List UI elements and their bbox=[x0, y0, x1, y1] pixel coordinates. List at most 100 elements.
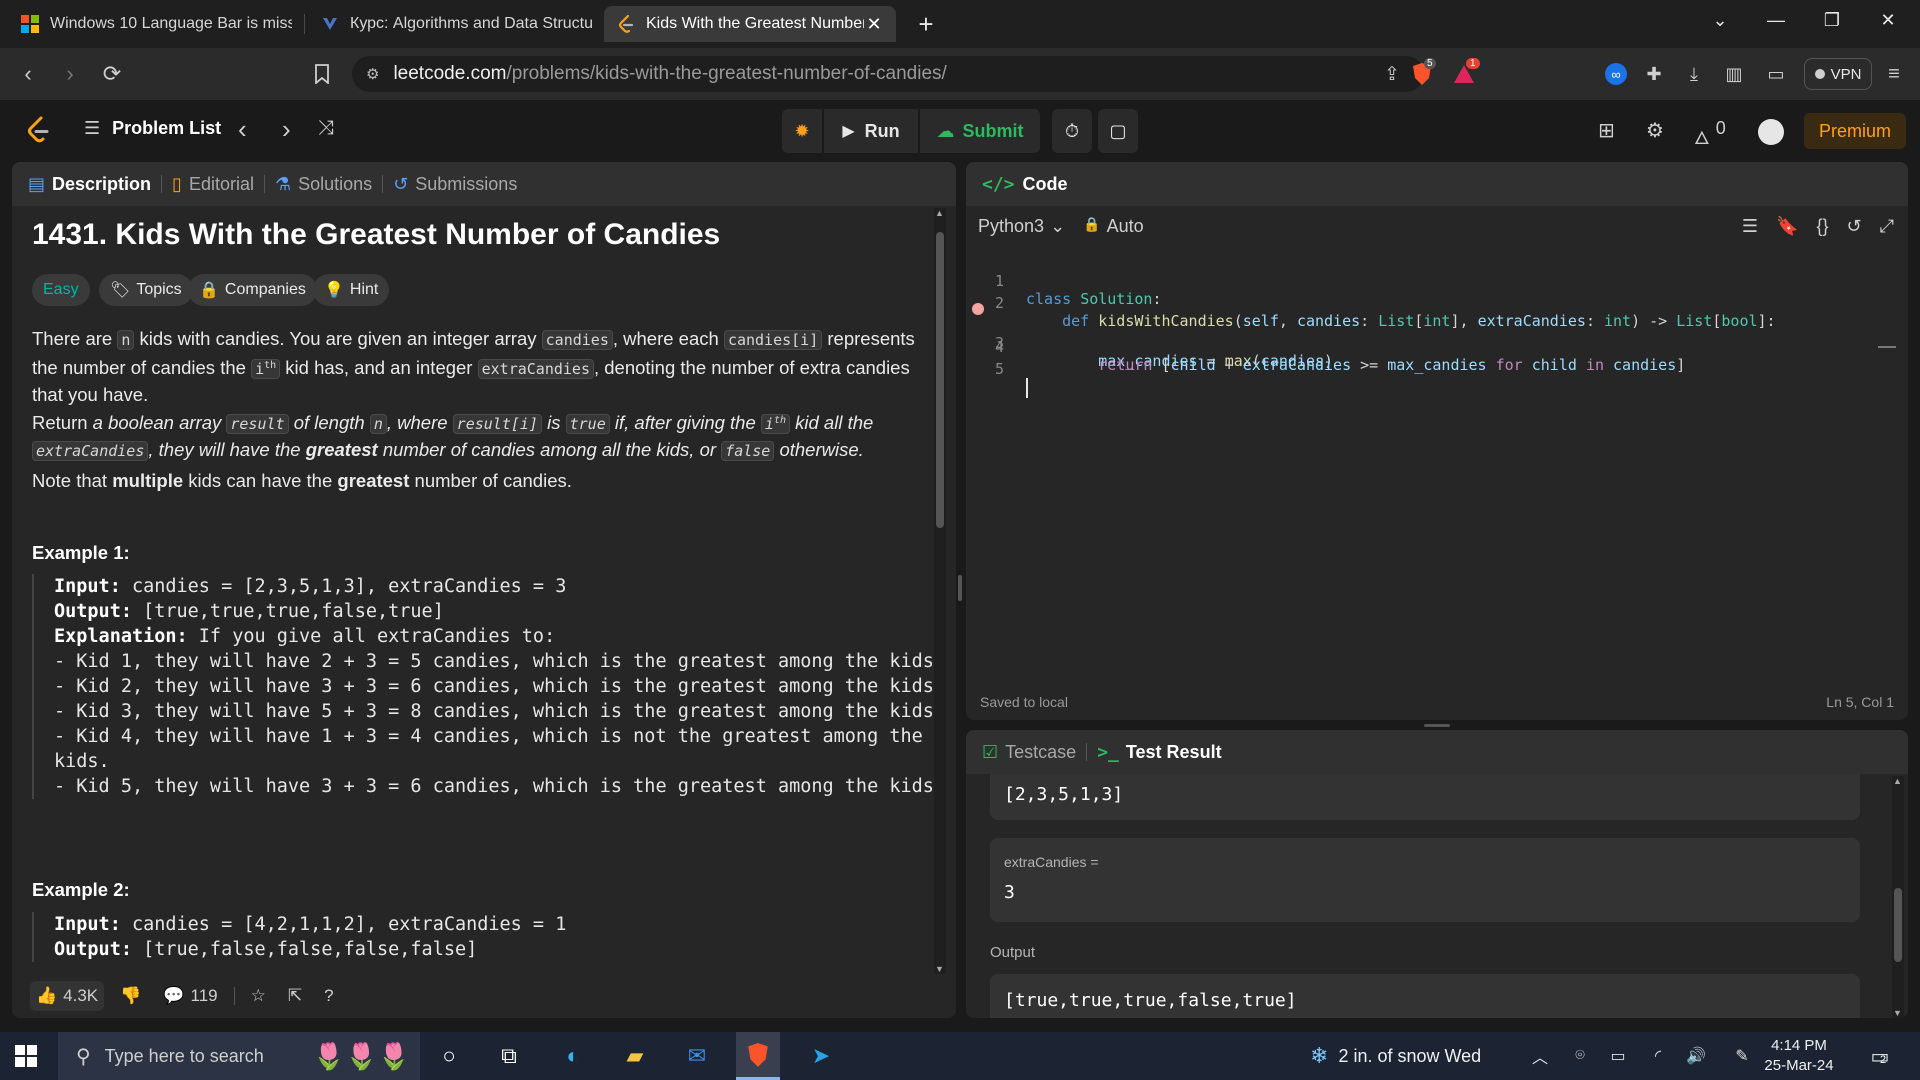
volume-icon[interactable]: 🔊 bbox=[1684, 1044, 1708, 1068]
bookmark-icon[interactable] bbox=[308, 60, 336, 88]
reset-icon[interactable]: ↺ bbox=[1847, 216, 1862, 237]
code-editor[interactable]: 1 class Solution: 2 def kidsWithCandies(… bbox=[966, 254, 1896, 674]
brave-shields-icon[interactable]: 5 bbox=[1410, 58, 1436, 86]
wifi-icon[interactable]: ◜ bbox=[1646, 1044, 1670, 1068]
dislike-button[interactable]: 👎 bbox=[114, 981, 147, 1011]
flask-icon: ⚗ bbox=[274, 173, 292, 194]
topics-button[interactable]: 🏷 Topics bbox=[99, 274, 193, 306]
brave-rewards-icon[interactable]: 1 bbox=[1452, 58, 1480, 86]
tab-description[interactable]: ▤ Description bbox=[28, 174, 151, 195]
notes-icon[interactable]: ▢ bbox=[1098, 109, 1138, 153]
tab-divider bbox=[382, 175, 384, 193]
browser-tab-leetcode[interactable]: Kids With the Greatest Number ✕ bbox=[604, 6, 896, 42]
address-bar[interactable]: ⚙ leetcode.com/problems/kids-with-the-gr… bbox=[352, 56, 1424, 92]
prev-problem-icon[interactable]: ‹ bbox=[238, 114, 247, 145]
browser-tab-course[interactable]: Курс: Algorithms and Data Structures bbox=[308, 6, 604, 42]
wallet-icon[interactable]: ▭ bbox=[1764, 62, 1788, 86]
cortana-icon[interactable]: ○ bbox=[432, 1040, 466, 1072]
vpn-button[interactable]: VPN bbox=[1804, 58, 1872, 90]
telegram-icon[interactable]: ➤ bbox=[804, 1040, 838, 1072]
close-window-icon[interactable]: ✕ bbox=[1860, 0, 1916, 40]
battery-icon[interactable]: ▭ bbox=[1606, 1044, 1630, 1068]
reload-icon[interactable]: ⟳ bbox=[98, 60, 126, 88]
shuffle-icon[interactable]: ⤨ bbox=[318, 117, 334, 140]
forward-icon[interactable]: › bbox=[56, 60, 84, 88]
mail-icon[interactable]: ✉ bbox=[680, 1040, 714, 1072]
site-settings-icon[interactable]: ⚙ bbox=[366, 65, 379, 83]
hint-button[interactable]: 💡 Hint bbox=[313, 274, 390, 306]
fullscreen-icon[interactable]: ⤢ bbox=[1880, 216, 1894, 237]
weather-widget[interactable]: ❄ 2 in. of snow Wed bbox=[1310, 1032, 1481, 1080]
edge-icon[interactable]: ◐ bbox=[556, 1040, 590, 1072]
system-clock[interactable]: 4:14 PM 25-Mar-24 bbox=[1754, 1036, 1844, 1076]
problem-list-button[interactable]: ☰ Problem List bbox=[84, 118, 221, 139]
back-icon[interactable]: ‹ bbox=[14, 60, 42, 88]
brave-taskbar-icon[interactable] bbox=[736, 1032, 780, 1080]
tray-chevron-up-icon[interactable]: ︿ bbox=[1528, 1044, 1552, 1068]
play-icon: ▶ bbox=[842, 123, 855, 140]
premium-button[interactable]: Premium bbox=[1804, 113, 1906, 149]
run-button[interactable]: ▶ Run bbox=[824, 109, 918, 153]
new-tab-button[interactable]: + bbox=[912, 9, 940, 39]
example-1-block: Input: candies = [2,3,5,1,3], extraCandi… bbox=[32, 574, 934, 799]
browser-tab-language-bar[interactable]: Windows 10 Language Bar is missing bbox=[8, 6, 304, 42]
test-tabs: ☑ Testcase >_ Test Result bbox=[966, 730, 1908, 774]
notifications-icon[interactable]: ▭ 2 bbox=[1868, 1044, 1892, 1068]
submit-label: Submit bbox=[962, 120, 1024, 141]
next-problem-icon[interactable]: › bbox=[282, 114, 291, 145]
file-explorer-icon[interactable]: ▰ bbox=[618, 1040, 652, 1072]
like-button[interactable]: 👍 4.3K bbox=[30, 981, 105, 1011]
bookmark-icon[interactable]: 🔖 bbox=[1776, 216, 1798, 237]
tab-testcase[interactable]: ☑ Testcase bbox=[982, 742, 1076, 763]
auto-mode[interactable]: 🔒 Auto bbox=[1083, 216, 1143, 237]
star-icon[interactable]: ☆ bbox=[245, 981, 272, 1011]
browser-menu-icon[interactable]: ≡ bbox=[1882, 62, 1906, 86]
braces-icon[interactable]: {} bbox=[1816, 216, 1828, 237]
candies-value-box: [2,3,5,1,3] bbox=[990, 774, 1860, 820]
share-icon[interactable]: ⇪ bbox=[1384, 63, 1400, 86]
comments-button[interactable]: 💬 119 bbox=[157, 981, 223, 1011]
code-panel-title: Code bbox=[1022, 173, 1068, 194]
companies-button[interactable]: 🔒 Companies bbox=[188, 274, 317, 306]
result-scrollbar[interactable]: ▲ ▼ bbox=[1892, 776, 1904, 1018]
help-icon[interactable]: ? bbox=[318, 981, 339, 1011]
tab-submissions[interactable]: ↺ Submissions bbox=[393, 174, 517, 195]
tab-editorial[interactable]: ▯ Editorial bbox=[172, 174, 254, 195]
minimize-icon[interactable]: — bbox=[1748, 0, 1804, 40]
format-icon[interactable]: ☰ bbox=[1742, 216, 1758, 237]
avatar[interactable] bbox=[1758, 119, 1784, 145]
restore-icon[interactable]: ❐ bbox=[1804, 0, 1860, 40]
windows-logo-icon bbox=[21, 15, 39, 33]
tab-test-result[interactable]: >_ Test Result bbox=[1097, 742, 1221, 763]
thumbs-down-icon: 👎 bbox=[120, 986, 142, 1005]
description-scrollbar[interactable]: ▲ ▼ bbox=[934, 208, 946, 974]
start-button[interactable] bbox=[14, 1044, 38, 1073]
tab-list-chevron-icon[interactable]: ⌄ bbox=[1692, 0, 1748, 40]
panel-resize-handle[interactable] bbox=[1424, 724, 1450, 727]
submit-button[interactable]: ☁ Submit bbox=[920, 109, 1040, 153]
layout-grid-icon[interactable]: ⊞ bbox=[1598, 118, 1615, 143]
share-icon[interactable]: ⇱ bbox=[282, 981, 308, 1011]
downloads-icon[interactable]: ⤓ bbox=[1682, 62, 1706, 86]
pen-icon[interactable]: ✎ bbox=[1730, 1044, 1754, 1068]
breakpoint-dot[interactable] bbox=[972, 303, 984, 315]
leetcode-logo-icon[interactable] bbox=[26, 116, 50, 149]
sidebar-toggle-icon[interactable]: ▥ bbox=[1722, 62, 1746, 86]
tab-solutions[interactable]: ⚗ Solutions bbox=[275, 174, 372, 195]
meet-now-icon[interactable]: ⌾ bbox=[1568, 1044, 1592, 1068]
document-icon: ▤ bbox=[28, 173, 46, 194]
cursor-position: Ln 5, Col 1 bbox=[1826, 694, 1894, 710]
task-view-icon[interactable]: ⧉ bbox=[492, 1040, 526, 1072]
windows-taskbar: ⚲ Type here to search 🌷🌷🌷 ○ ⧉ ◐ ▰ ✉ ➤ ❄ … bbox=[0, 1032, 1920, 1080]
extension-infinity-icon[interactable]: ∞ bbox=[1604, 62, 1628, 86]
flame-icon: 🜂 bbox=[1694, 128, 1710, 148]
language-select[interactable]: Python3 ⌄ bbox=[978, 216, 1065, 237]
extensions-puzzle-icon[interactable]: ✚ bbox=[1642, 62, 1666, 86]
taskbar-search[interactable]: ⚲ Type here to search 🌷🌷🌷 bbox=[58, 1032, 420, 1080]
streak-counter[interactable]: 🜂 0 bbox=[1694, 118, 1726, 155]
settings-gear-icon[interactable]: ⚙ bbox=[1646, 118, 1664, 143]
panel-resize-handle[interactable] bbox=[958, 575, 962, 601]
timer-icon[interactable]: ⏱ bbox=[1052, 109, 1092, 153]
close-tab-icon[interactable]: ✕ bbox=[864, 14, 884, 35]
debug-bug-icon[interactable]: ✹ bbox=[782, 109, 822, 153]
